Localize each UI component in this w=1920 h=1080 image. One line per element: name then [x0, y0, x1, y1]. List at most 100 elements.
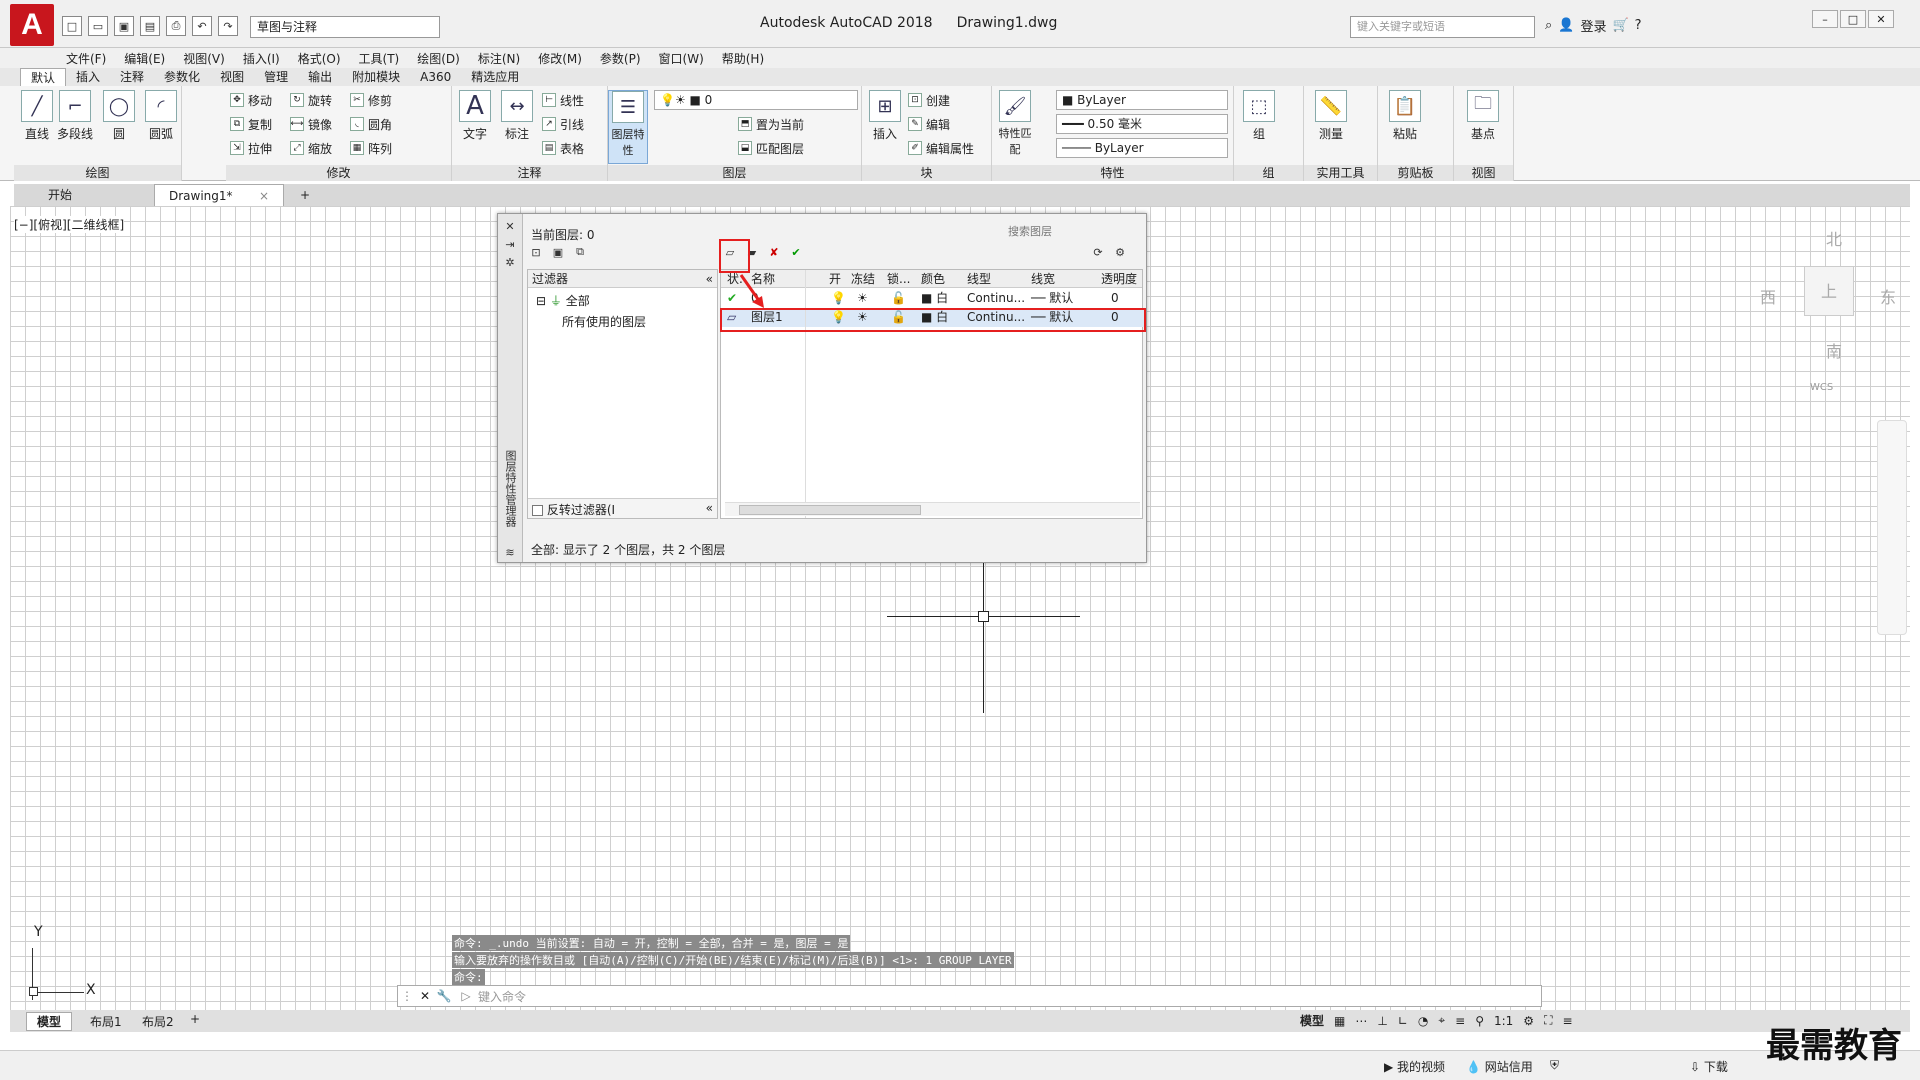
print-icon[interactable]: ⎙: [166, 16, 186, 36]
grid-icon[interactable]: ▦: [1334, 1014, 1345, 1028]
viewport-controls-label[interactable]: [−][俯视][二维线框]: [14, 216, 125, 233]
sun-icon[interactable]: ☀: [857, 289, 868, 308]
mirror-button[interactable]: ⟷ 镜像: [290, 114, 332, 134]
menu-parametric[interactable]: 参数(P): [600, 50, 641, 67]
layer-search-input[interactable]: 搜索图层: [1008, 223, 1143, 241]
circle-button[interactable]: ◯ 圆: [98, 90, 140, 142]
match-layer-button[interactable]: ⬓ 匹配图层: [738, 138, 804, 158]
network-credit-link[interactable]: 💧 网站信用: [1466, 1058, 1533, 1075]
tab-a360[interactable]: A360: [410, 68, 461, 86]
tab-annotate[interactable]: 注释: [110, 68, 154, 86]
layer-states-manager-icon[interactable]: ⧉: [572, 244, 588, 260]
my-video-link[interactable]: ▶ 我的视频: [1384, 1058, 1445, 1075]
color-combo[interactable]: ■ ByLayer: [1056, 90, 1228, 110]
menu-tools[interactable]: 工具(T): [359, 50, 400, 67]
lineweight-display-icon[interactable]: ≡: [1455, 1014, 1465, 1028]
copy-button[interactable]: ⧉ 复制: [230, 114, 272, 134]
application-menu-button[interactable]: A: [10, 4, 54, 46]
login-button[interactable]: 登录: [1580, 16, 1606, 35]
invert-filter-checkbox[interactable]: [532, 505, 543, 516]
annotation-scale-button[interactable]: 1:1: [1494, 1014, 1513, 1028]
col-color[interactable]: 颜色: [921, 270, 945, 288]
viewcube-top-face[interactable]: 上: [1804, 266, 1854, 316]
stretch-button[interactable]: ⇲ 拉伸: [230, 138, 272, 158]
help-icon[interactable]: ?: [1635, 18, 1642, 33]
linetype-combo[interactable]: ──── ByLayer: [1056, 138, 1228, 158]
customize-icon[interactable]: 🔧: [434, 989, 454, 1003]
tab-drawing1[interactable]: Drawing1* ×: [154, 184, 284, 206]
save-icon[interactable]: ▣: [114, 16, 134, 36]
leader-button[interactable]: ↗ 引线: [542, 114, 584, 134]
close-button[interactable]: ✕: [1868, 10, 1894, 28]
layer-combo[interactable]: 💡☀ ■ 0: [654, 90, 858, 110]
tab-insert[interactable]: 插入: [66, 68, 110, 86]
palette-properties-icon[interactable]: ✲: [502, 254, 518, 270]
horizontal-scrollbar[interactable]: [725, 502, 1140, 516]
linear-button[interactable]: ⊢ 线性: [542, 90, 584, 110]
set-current-layer-icon[interactable]: ✔: [788, 244, 804, 260]
scale-button[interactable]: ⤢ 缩放: [290, 138, 332, 158]
redo-icon[interactable]: ↷: [218, 16, 238, 36]
array-button[interactable]: ▦ 阵列: [350, 138, 392, 158]
menu-draw[interactable]: 绘图(D): [417, 50, 460, 67]
new-layout-button[interactable]: +: [190, 1012, 200, 1026]
create-block-button[interactable]: ⊡ 创建: [908, 90, 950, 110]
open-icon[interactable]: ▭: [88, 16, 108, 36]
edit-attributes-button[interactable]: ✐ 编辑属性: [908, 138, 974, 158]
move-button[interactable]: ✥ 移动: [230, 90, 272, 110]
model-space-button[interactable]: 模型: [1300, 1012, 1324, 1029]
new-group-filter-icon[interactable]: ▣: [550, 244, 566, 260]
rotate-button[interactable]: ↻ 旋转: [290, 90, 332, 110]
tab-layout2[interactable]: 布局2: [134, 1013, 182, 1030]
col-linetype[interactable]: 线型: [967, 270, 991, 288]
maximize-button[interactable]: □: [1840, 10, 1866, 28]
col-freeze[interactable]: 冻结: [851, 270, 875, 288]
ortho-icon[interactable]: ∟: [1398, 1014, 1408, 1028]
tab-addins[interactable]: 附加模块: [342, 68, 410, 86]
download-link[interactable]: ⇩ 下载: [1690, 1058, 1728, 1075]
menu-insert[interactable]: 插入(I): [243, 50, 280, 67]
measure-button[interactable]: 📏 测量: [1310, 90, 1352, 142]
fullscreen-icon[interactable]: ⛶: [1544, 1013, 1552, 1028]
paste-button[interactable]: 📋 粘贴: [1384, 90, 1426, 142]
viewcube-south[interactable]: 南: [1826, 338, 1842, 362]
lightbulb-icon[interactable]: 💡: [831, 289, 846, 308]
refresh-icon[interactable]: ⟳: [1090, 244, 1106, 260]
new-icon[interactable]: □: [62, 16, 82, 36]
panel-annotation-title[interactable]: 注释: [452, 165, 607, 181]
col-transparency[interactable]: 透明度: [1101, 270, 1137, 288]
base-view-button[interactable]: 🗀 基点: [1462, 90, 1504, 142]
collapse-filters-bottom-icon[interactable]: «: [706, 501, 713, 515]
group-button[interactable]: ⬚ 组: [1238, 90, 1280, 142]
viewcube-west[interactable]: 西: [1760, 284, 1776, 308]
tab-output[interactable]: 输出: [298, 68, 342, 86]
snap-icon[interactable]: ⋯: [1355, 1014, 1367, 1028]
layer-lineweight[interactable]: ── 默认: [1031, 289, 1073, 308]
fillet-button[interactable]: ◟ 圆角: [350, 114, 392, 134]
lineweight-combo[interactable]: ━━━ 0.50 毫米: [1056, 114, 1228, 134]
tab-featured-apps[interactable]: 精选应用: [461, 68, 529, 86]
close-command-line-icon[interactable]: ✕: [416, 989, 434, 1003]
col-lineweight[interactable]: 线宽: [1031, 270, 1055, 288]
dimension-button[interactable]: ↔ 标注: [496, 90, 538, 142]
menu-edit[interactable]: 编辑(E): [124, 50, 165, 67]
panel-modify-title[interactable]: 修改: [226, 165, 451, 181]
grip-icon[interactable]: ⋮: [398, 989, 416, 1003]
layer-properties-button[interactable]: ☰ 图层特性: [608, 90, 648, 164]
tab-start[interactable]: 开始: [34, 184, 86, 206]
polar-icon[interactable]: ◔: [1418, 1014, 1428, 1028]
text-button[interactable]: A 文字: [454, 90, 496, 142]
menu-dimension[interactable]: 标注(N): [478, 50, 520, 67]
layer-transparency[interactable]: 0: [1111, 289, 1119, 308]
unlock-icon[interactable]: 🔓: [891, 289, 906, 308]
tab-view[interactable]: 视图: [210, 68, 254, 86]
insert-block-button[interactable]: ⊞ 插入: [864, 90, 906, 142]
navigation-bar[interactable]: [1877, 420, 1907, 635]
panel-draw-title[interactable]: 绘图: [14, 165, 181, 181]
menu-view[interactable]: 视图(V): [183, 50, 225, 67]
trim-button[interactable]: ✂ 修剪: [350, 90, 392, 110]
layer-linetype[interactable]: Continu...: [967, 289, 1025, 308]
menu-format[interactable]: 格式(O): [298, 50, 341, 67]
layer-row[interactable]: ✔ 0 💡 ☀ 🔓 ■ 白 Continu... ── 默认 0: [721, 289, 1144, 308]
new-property-filter-icon[interactable]: ⊡: [528, 244, 544, 260]
